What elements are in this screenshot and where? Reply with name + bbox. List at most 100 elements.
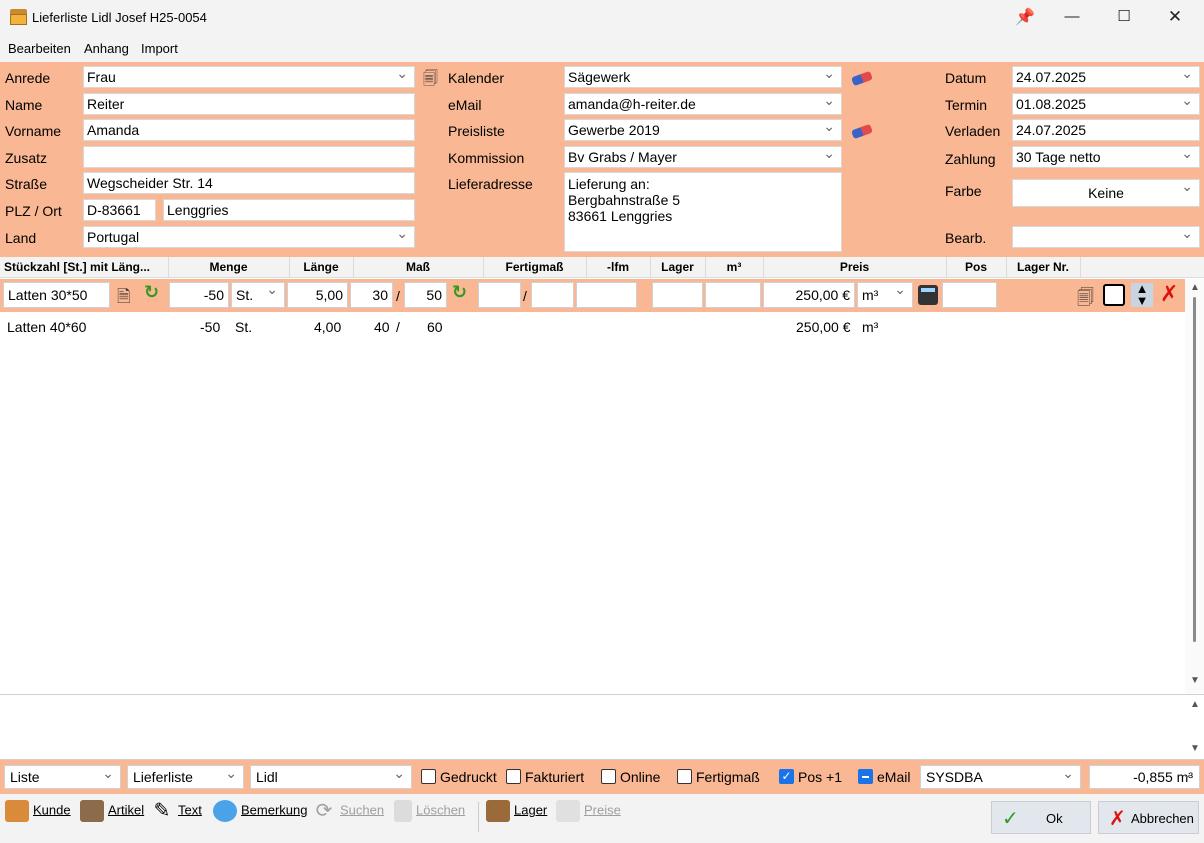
lfm-input[interactable] [576, 282, 637, 308]
fertigmass1-input[interactable] [478, 282, 521, 308]
col-pos[interactable]: Pos [946, 260, 1006, 274]
preis-input[interactable]: 250,00 € [763, 282, 855, 308]
calculator-icon[interactable] [918, 285, 938, 305]
col-menge[interactable]: Menge [168, 260, 289, 274]
mass-separator: / [396, 288, 400, 304]
grid-edit-row: Latten 30*50 🗎 ↻ -50 St. 5,00 30 / 50 ↻ … [0, 279, 1185, 312]
suchen-button[interactable]: ⟳ Suchen [312, 800, 384, 822]
text-button[interactable]: ✎ Text [150, 800, 202, 822]
artikel-button[interactable]: Artikel [80, 800, 144, 822]
col-laenge[interactable]: Länge [289, 260, 353, 274]
col-lfm[interactable]: -lfm [586, 260, 650, 274]
m3-input[interactable] [705, 282, 761, 308]
bearb-select[interactable] [1012, 226, 1200, 248]
col-fertigmass[interactable]: Fertigmaß [483, 260, 586, 274]
fertigmass2-input[interactable] [531, 282, 574, 308]
email-checkbox[interactable] [858, 769, 873, 784]
user-select[interactable]: SYSDBA [920, 765, 1081, 789]
maximize-button[interactable]: ☐ [1104, 5, 1144, 29]
col-lager-nr[interactable]: Lager Nr. [1006, 260, 1080, 274]
bemerkung-button[interactable]: Bemerkung [213, 800, 307, 822]
eraser-icon[interactable] [851, 70, 873, 87]
fertigmass-checkbox[interactable] [677, 769, 692, 784]
preisliste-label: Preisliste [448, 123, 505, 139]
document-icon[interactable]: 🗎 [117, 284, 131, 313]
artikel-input[interactable]: Latten 30*50 [3, 282, 110, 308]
col-lager[interactable]: Lager [650, 260, 705, 274]
filiale-value: Lidl [256, 769, 278, 785]
pos-plus-label: Pos +1 [798, 769, 842, 785]
mass2-input[interactable]: 50 [404, 282, 447, 308]
col-stueckzahl[interactable]: Stückzahl [St.] mit Läng... [4, 260, 150, 274]
abbrechen-label: Abbrechen [1131, 811, 1194, 826]
memo-textarea[interactable]: ▲ ▼ [0, 694, 1204, 760]
checkbox-square-icon[interactable] [1103, 284, 1125, 306]
email-select[interactable]: amanda@h-reiter.de [564, 93, 842, 115]
scroll-down-icon[interactable]: ▼ [1190, 675, 1200, 686]
laenge-input[interactable]: 5,00 [287, 282, 348, 308]
mass1-input[interactable]: 30 [350, 282, 393, 308]
farbe-select[interactable]: Keine [1012, 179, 1200, 207]
close-button[interactable]: ✕ [1155, 5, 1195, 29]
anrede-select[interactable]: Frau [83, 66, 415, 88]
lager-button[interactable]: Lager [486, 800, 547, 822]
filiale-select[interactable]: Lidl [250, 765, 412, 789]
lieferadresse-label: Lieferadresse [448, 176, 533, 192]
pos-plus-checkbox[interactable]: ✓ [779, 769, 794, 784]
menu-bearbeiten[interactable]: Bearbeiten [8, 41, 71, 56]
col-mass[interactable]: Maß [353, 260, 483, 274]
kunde-button[interactable]: Kunde [5, 800, 71, 822]
menu-anhang[interactable]: Anhang [84, 41, 129, 56]
preise-button[interactable]: Preise [556, 800, 621, 822]
abbrechen-button[interactable]: ✗ Abbrechen [1098, 801, 1199, 834]
fakturiert-checkbox[interactable] [506, 769, 521, 784]
gedruckt-checkbox[interactable] [421, 769, 436, 784]
land-select[interactable]: Portugal [83, 226, 415, 248]
verladen-input[interactable]: 24.07.2025 [1012, 119, 1200, 141]
table-row[interactable]: Latten 40*60 -50 St. 4,00 40 / 60 250,00… [0, 312, 1185, 345]
ok-button[interactable]: ✓ Ok [991, 801, 1091, 834]
memo-scroll-down-icon[interactable]: ▼ [1190, 743, 1200, 754]
kommission-select[interactable]: Bv Grabs / Mayer [564, 146, 842, 168]
refresh-icon[interactable]: ↻ [144, 282, 159, 303]
online-checkbox[interactable] [601, 769, 616, 784]
preisliste-select[interactable]: Gewerbe 2019 [564, 119, 842, 141]
scroll-up-icon[interactable]: ▲ [1190, 282, 1200, 293]
liste-select[interactable]: Liste [4, 765, 121, 789]
col-preis[interactable]: Preis [763, 260, 946, 274]
einheit-select[interactable]: St. [231, 282, 285, 308]
zahlung-select[interactable]: 30 Tage netto [1012, 146, 1200, 168]
row-mass2: 60 [427, 319, 443, 335]
memo-scroll-up-icon[interactable]: ▲ [1190, 699, 1200, 710]
grid-scrollbar[interactable]: ▲ ▼ [1185, 279, 1204, 693]
lager-input[interactable] [652, 282, 703, 308]
lieferadresse-textarea[interactable]: Lieferung an: Bergbahnstraße 5 83661 Len… [564, 172, 842, 252]
vorname-input[interactable]: Amanda [83, 119, 415, 141]
menge-input[interactable]: -50 [169, 282, 229, 308]
termin-picker[interactable]: 01.08.2025 [1012, 93, 1200, 115]
row-mass-separator: / [396, 319, 400, 335]
pos-input[interactable] [942, 282, 997, 308]
copy-icon[interactable]: 🗐 [1077, 285, 1094, 314]
total-volume-value: -0,855 m³ [1133, 769, 1193, 785]
zusatz-input[interactable] [83, 146, 415, 168]
preiseinheit-select[interactable]: m³ [857, 282, 913, 308]
typ-select[interactable]: Lieferliste [127, 765, 244, 789]
pin-icon[interactable]: 📌 [1015, 7, 1035, 27]
ort-input[interactable]: Lenggries [163, 199, 415, 221]
strasse-input[interactable]: Wegscheider Str. 14 [83, 172, 415, 194]
datum-picker[interactable]: 24.07.2025 [1012, 66, 1200, 88]
notes-icon[interactable]: 🗐 [423, 68, 438, 93]
col-m3[interactable]: m³ [705, 260, 763, 274]
eraser-icon[interactable] [851, 123, 873, 140]
delete-x-icon[interactable]: ✗ [1160, 281, 1178, 307]
minimize-button[interactable]: — [1052, 5, 1092, 29]
refresh-icon[interactable]: ↻ [452, 282, 467, 303]
menu-import[interactable]: Import [141, 41, 178, 56]
name-input[interactable]: Reiter [83, 93, 415, 115]
kalender-select[interactable]: Sägewerk [564, 66, 842, 88]
move-up-down-icon[interactable]: ▲ ▼ [1131, 282, 1153, 307]
loeschen-button[interactable]: Löschen [394, 800, 465, 822]
plz-input[interactable]: D-83661 [83, 199, 156, 221]
scroll-thumb[interactable] [1193, 297, 1196, 642]
